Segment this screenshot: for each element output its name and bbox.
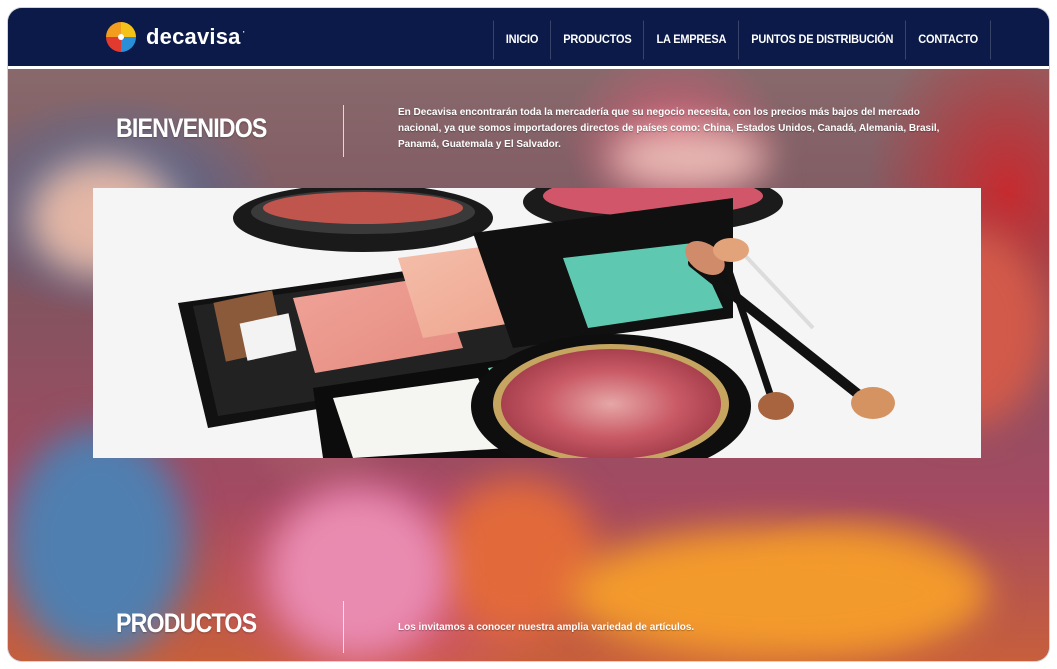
brand-logo[interactable]: decavisa · (104, 20, 246, 54)
nav-item-la-empresa[interactable]: LA EMPRESA (643, 20, 738, 60)
browser-viewport: decavisa · INICIO PRODUCTOS LA EMPRESA P… (8, 8, 1049, 661)
nav-item-productos[interactable]: PRODUCTOS (550, 20, 643, 60)
nav-item-inicio[interactable]: INICIO (492, 20, 550, 60)
slide-image-makeup-palette (93, 188, 981, 458)
decavisa-logo-icon (106, 22, 136, 52)
welcome-title: BIENVENIDOS (116, 113, 267, 143)
brand-name: decavisa (146, 24, 241, 49)
welcome-text: En Decavisa encontrarán toda la mercader… (398, 107, 940, 150)
brand-mark: · (241, 24, 246, 38)
nav-item-puntos-distribucion[interactable]: PUNTOS DE DISTRIBUCIÓN (738, 20, 905, 60)
products-text: Los invitamos a conocer nuestra amplia v… (398, 622, 695, 633)
welcome-divider (343, 105, 344, 157)
hero-slider[interactable] (93, 188, 981, 458)
top-navbar: decavisa · INICIO PRODUCTOS LA EMPRESA P… (8, 8, 1049, 69)
products-title: PRODUCTOS (116, 608, 257, 638)
products-divider (343, 601, 344, 653)
nav-item-contacto[interactable]: CONTACTO (905, 20, 991, 60)
main-nav: INICIO PRODUCTOS LA EMPRESA PUNTOS DE DI… (492, 20, 991, 60)
